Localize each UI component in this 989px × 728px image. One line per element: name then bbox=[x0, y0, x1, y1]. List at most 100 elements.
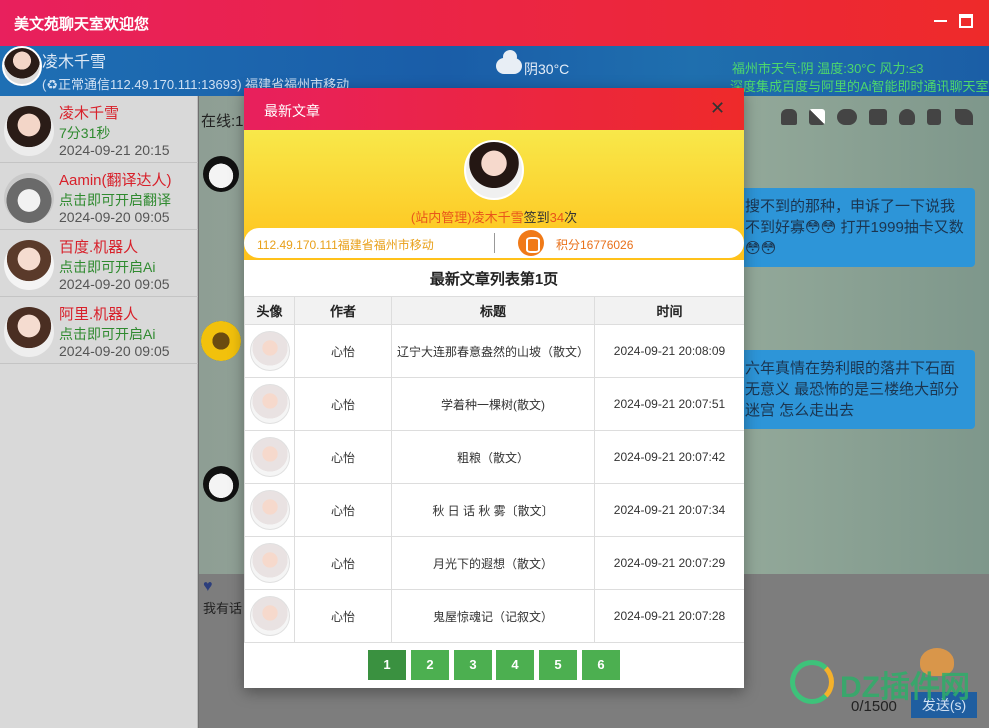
avatar-cell bbox=[244, 430, 295, 484]
watermark-text: DZ插件网 bbox=[840, 671, 970, 704]
pagination: 1 2 3 4 5 6 bbox=[368, 650, 628, 680]
page-button[interactable]: 4 bbox=[496, 650, 534, 680]
avatar bbox=[201, 321, 241, 361]
qq-icon[interactable] bbox=[899, 109, 915, 125]
author-cell: 心怡 bbox=[294, 536, 392, 590]
user-name: 凌木千雪 bbox=[59, 105, 120, 122]
title-cell[interactable]: 月光下的遐想（散文） bbox=[391, 536, 595, 590]
user-list-item[interactable]: 百度.机器人 点击即可开启Ai 2024-09-20 09:05 bbox=[0, 230, 198, 297]
avatar-cell bbox=[244, 377, 295, 431]
share-icon[interactable] bbox=[955, 109, 973, 125]
avatar-cell bbox=[244, 483, 295, 537]
close-icon[interactable]: ✕ bbox=[710, 99, 725, 117]
avatar-cell bbox=[244, 589, 295, 643]
bell-icon[interactable] bbox=[781, 109, 797, 125]
user-list-item[interactable]: 凌木千雪 7分31秒 2024-09-21 20:15 bbox=[0, 96, 198, 163]
articles-table: 头像 作者 标题 时间 心怡 辽宁大连那春意盎然的山坡（散文） 2024-09-… bbox=[244, 296, 744, 643]
user-status: 7分31秒 bbox=[59, 125, 111, 141]
avatar bbox=[4, 106, 54, 156]
title-cell[interactable]: 辽宁大连那春意盎然的山坡（散文） bbox=[391, 324, 595, 378]
intro-ticker: 深度集成百度与阿里的Ai智能即时通讯聊天室 bbox=[730, 79, 989, 94]
watermark: DZ插件网 bbox=[790, 648, 980, 718]
avatar bbox=[203, 466, 239, 502]
time-cell: 2024-09-21 20:07:34 bbox=[594, 483, 744, 537]
column-header: 头像 bbox=[244, 296, 295, 325]
weather-text: 阴30°C bbox=[524, 61, 570, 77]
title-cell[interactable]: 粗粮（散文） bbox=[391, 430, 595, 484]
column-header: 时间 bbox=[594, 296, 744, 325]
signin-label: 签到 bbox=[523, 210, 550, 225]
avatar-cell bbox=[244, 324, 295, 378]
mail-icon[interactable] bbox=[869, 109, 887, 125]
page-button[interactable]: 5 bbox=[539, 650, 577, 680]
time-cell: 2024-09-21 20:07:29 bbox=[594, 536, 744, 590]
table-row[interactable]: 心怡 鬼屋惊魂记（记叙文） 2024-09-21 20:07:28 bbox=[244, 589, 744, 643]
title-bar: 美文苑聊天室欢迎您 bbox=[0, 0, 989, 46]
page-button[interactable]: 6 bbox=[582, 650, 620, 680]
avatar-cell bbox=[244, 536, 295, 590]
author-cell: 心怡 bbox=[294, 430, 392, 484]
signin-days: 34 bbox=[549, 210, 565, 225]
signin-info: (站内管理)凌木千雪签到34次 bbox=[244, 207, 744, 226]
chat-message: 搜不到的那种，申诉了一下说我不到好寡😳😳 打开1999抽卡又数😳😳 bbox=[739, 188, 975, 267]
user-name: 百度.机器人 bbox=[59, 239, 139, 256]
heart-icon[interactable]: ♥ bbox=[203, 578, 213, 596]
avatar bbox=[203, 156, 239, 192]
chat-toolbar bbox=[771, 109, 981, 129]
maximize-button[interactable] bbox=[959, 14, 973, 28]
ip-location: 112.49.170.111福建省福州市移动 bbox=[257, 238, 434, 252]
user-time: 2024-09-21 20:15 bbox=[59, 142, 170, 158]
user-list: 凌木千雪 7分31秒 2024-09-21 20:15 Aamin(翻译达人) … bbox=[0, 96, 198, 728]
divider bbox=[494, 233, 495, 253]
title-cell[interactable]: 学着种一棵树(散文) bbox=[391, 377, 595, 431]
user-list-item[interactable]: Aamin(翻译达人) 点击即可开启翻译 2024-09-20 09:05 bbox=[0, 163, 198, 230]
title-cell[interactable]: 鬼屋惊魂记（记叙文） bbox=[391, 589, 595, 643]
user-name: 阿里.机器人 bbox=[59, 306, 139, 323]
page-button[interactable]: 1 bbox=[368, 650, 406, 680]
toggle-icon[interactable] bbox=[837, 109, 857, 125]
table-row[interactable]: 心怡 学着种一棵树(散文) 2024-09-21 20:07:51 bbox=[244, 377, 744, 431]
latest-articles-dialog: 最新文章 ✕ (站内管理)凌木千雪签到34次 112.49.170.111福建省… bbox=[244, 88, 744, 688]
table-row[interactable]: 心怡 月光下的遐想（散文） 2024-09-21 20:07:29 bbox=[244, 536, 744, 590]
avatar bbox=[249, 437, 290, 477]
user-status: 点击即可开启Ai bbox=[59, 326, 156, 342]
user-name: Aamin(翻译达人) bbox=[59, 172, 172, 189]
avatar bbox=[249, 331, 290, 371]
time-cell: 2024-09-21 20:08:09 bbox=[594, 324, 744, 378]
score: 积分16776026 bbox=[556, 238, 634, 252]
user-list-item[interactable]: 阿里.机器人 点击即可开启Ai 2024-09-20 09:05 bbox=[0, 297, 198, 364]
page-button[interactable]: 3 bbox=[454, 650, 492, 680]
app-title: 美文苑聊天室欢迎您 bbox=[14, 16, 150, 33]
dialog-header: 最新文章 ✕ bbox=[244, 88, 744, 130]
weather-ticker: 福州市天气:阴 温度:30°C 风力:≤3 bbox=[732, 61, 924, 76]
table-row[interactable]: 心怡 辽宁大连那春意盎然的山坡（散文） 2024-09-21 20:08:09 bbox=[244, 324, 744, 378]
coin-icon bbox=[518, 230, 544, 256]
pattern-icon[interactable] bbox=[809, 109, 825, 125]
message-input[interactable]: 我有话 bbox=[203, 598, 242, 617]
trash-icon[interactable] bbox=[927, 109, 941, 125]
minimize-button[interactable] bbox=[934, 20, 947, 22]
author-cell: 心怡 bbox=[294, 483, 392, 537]
page-button[interactable]: 2 bbox=[411, 650, 449, 680]
avatar[interactable] bbox=[2, 46, 42, 86]
user-status: 点击即可开启Ai bbox=[59, 259, 156, 275]
user-status: 点击即可开启翻译 bbox=[59, 192, 171, 208]
current-username: 凌木千雪 bbox=[42, 54, 107, 71]
dialog-title: 最新文章 bbox=[264, 103, 320, 119]
time-cell: 2024-09-21 20:07:28 bbox=[594, 589, 744, 643]
avatar[interactable] bbox=[464, 140, 524, 200]
user-role: (站内管理) bbox=[410, 210, 472, 225]
avatar bbox=[4, 307, 54, 357]
signin-unit: 次 bbox=[564, 210, 578, 225]
column-header: 标题 bbox=[391, 296, 595, 325]
time-cell: 2024-09-21 20:07:51 bbox=[594, 377, 744, 431]
table-row[interactable]: 心怡 秋 日 话 秋 雾〔散文〕 2024-09-21 20:07:34 bbox=[244, 483, 744, 537]
avatar bbox=[249, 596, 290, 636]
table-row[interactable]: 心怡 粗粮（散文） 2024-09-21 20:07:42 bbox=[244, 430, 744, 484]
avatar bbox=[249, 384, 290, 424]
title-cell[interactable]: 秋 日 话 秋 雾〔散文〕 bbox=[391, 483, 595, 537]
avatar bbox=[249, 490, 290, 530]
user-stats: 112.49.170.111福建省福州市移动 积分16776026 bbox=[244, 228, 744, 258]
watermark-logo bbox=[790, 660, 834, 704]
user-time: 2024-09-20 09:05 bbox=[59, 343, 170, 359]
